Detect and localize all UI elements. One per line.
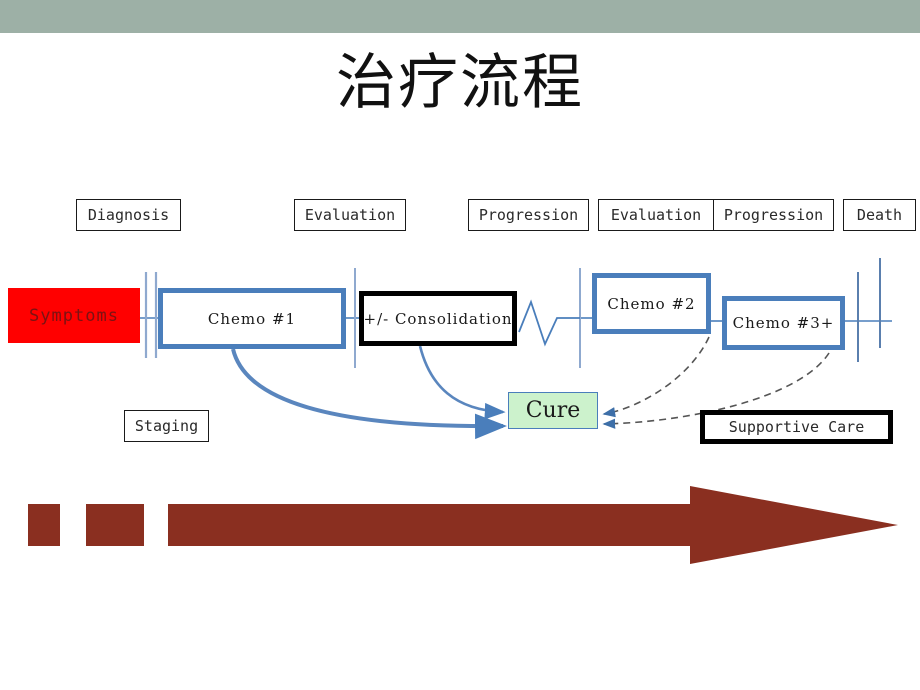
time-arrow xyxy=(0,480,920,570)
label-death: Death xyxy=(843,199,916,231)
label-progression-1: Progression xyxy=(468,199,589,231)
label-diagnosis: Diagnosis xyxy=(76,199,181,231)
chemo-1-label: Chemo #1 xyxy=(207,309,297,328)
symptoms-label: Symptoms xyxy=(29,305,119,326)
process-box-chemo-1[interactable]: Chemo #1 xyxy=(158,288,346,349)
chemo-2-label: Chemo #2 xyxy=(607,294,696,313)
process-box-consolidation[interactable]: +/- Consolidation xyxy=(359,291,517,346)
slide-title: 治疗流程 xyxy=(336,48,584,118)
label-progression-2: Progression xyxy=(713,199,834,231)
label-evaluation-2: Evaluation xyxy=(598,199,714,231)
label-evaluation-1: Evaluation xyxy=(294,199,406,231)
process-box-symptoms[interactable]: Symptoms xyxy=(8,288,140,343)
outcome-box-cure[interactable]: Cure xyxy=(508,392,598,429)
process-box-chemo-2[interactable]: Chemo #2 xyxy=(592,273,711,334)
consolidation-label: +/- Consolidation xyxy=(363,309,513,328)
header-band xyxy=(0,0,920,33)
label-supportive-care: Supportive Care xyxy=(700,410,893,444)
time-arrow-body xyxy=(168,486,898,564)
process-box-chemo-3-plus[interactable]: Chemo #3+ xyxy=(722,296,845,350)
cure-label: Cure xyxy=(525,398,581,423)
chemo-3-label: Chemo #3+ xyxy=(732,314,835,332)
label-staging: Staging xyxy=(124,410,209,442)
